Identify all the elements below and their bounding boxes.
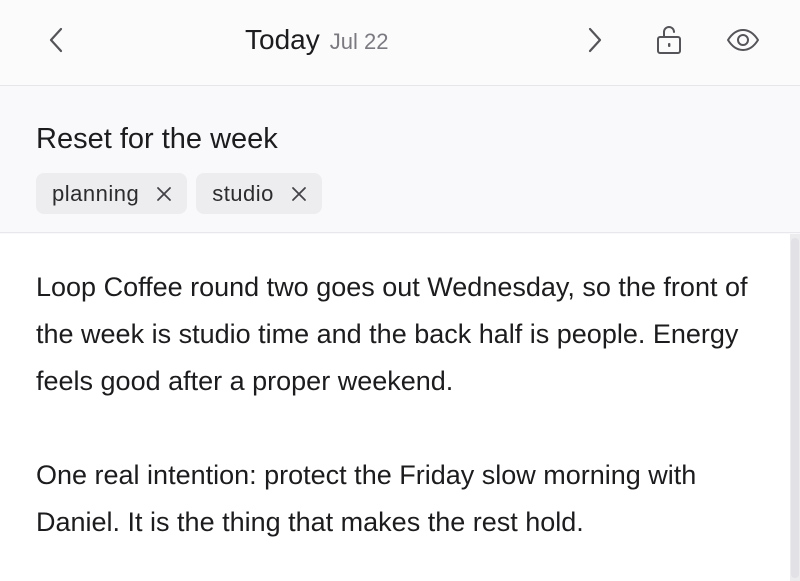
entry-title[interactable]: Reset for the week	[36, 121, 278, 157]
tag-list: planning studio	[36, 173, 322, 214]
tag-chip-studio[interactable]: studio	[196, 173, 322, 214]
journal-entry-screen: Today Jul 22 Reset for the week planning…	[0, 0, 800, 581]
close-icon	[157, 186, 172, 201]
scrollbar-thumb[interactable]	[791, 238, 799, 578]
body-paragraph: One real intention: protect the Friday s…	[36, 460, 697, 537]
entry-header: Reset for the week planning studio	[0, 87, 800, 233]
top-navigation-bar: Today Jul 22	[0, 0, 800, 86]
scrollbar[interactable]	[790, 234, 800, 581]
remove-tag-button[interactable]	[290, 185, 308, 203]
chevron-right-icon	[586, 26, 604, 54]
body-paragraph: Loop Coffee round two goes out Wednesday…	[36, 272, 748, 396]
eye-icon	[726, 28, 760, 52]
unlocked-padlock-icon	[654, 24, 684, 56]
previous-day-button[interactable]	[36, 20, 76, 60]
chevron-left-icon	[47, 26, 65, 54]
next-day-button[interactable]	[575, 20, 615, 60]
entry-body-editor[interactable]: Loop Coffee round two goes out Wednesday…	[0, 234, 790, 581]
preview-toggle-button[interactable]	[723, 20, 763, 60]
tag-chip-planning[interactable]: planning	[36, 173, 188, 214]
day-label: Today	[245, 24, 320, 55]
remove-tag-button[interactable]	[155, 185, 173, 203]
lock-entry-button[interactable]	[649, 20, 689, 60]
date-label: Jul 22	[329, 29, 389, 54]
tag-label: studio	[212, 180, 274, 206]
tag-label: planning	[52, 180, 140, 206]
close-icon	[292, 186, 306, 201]
